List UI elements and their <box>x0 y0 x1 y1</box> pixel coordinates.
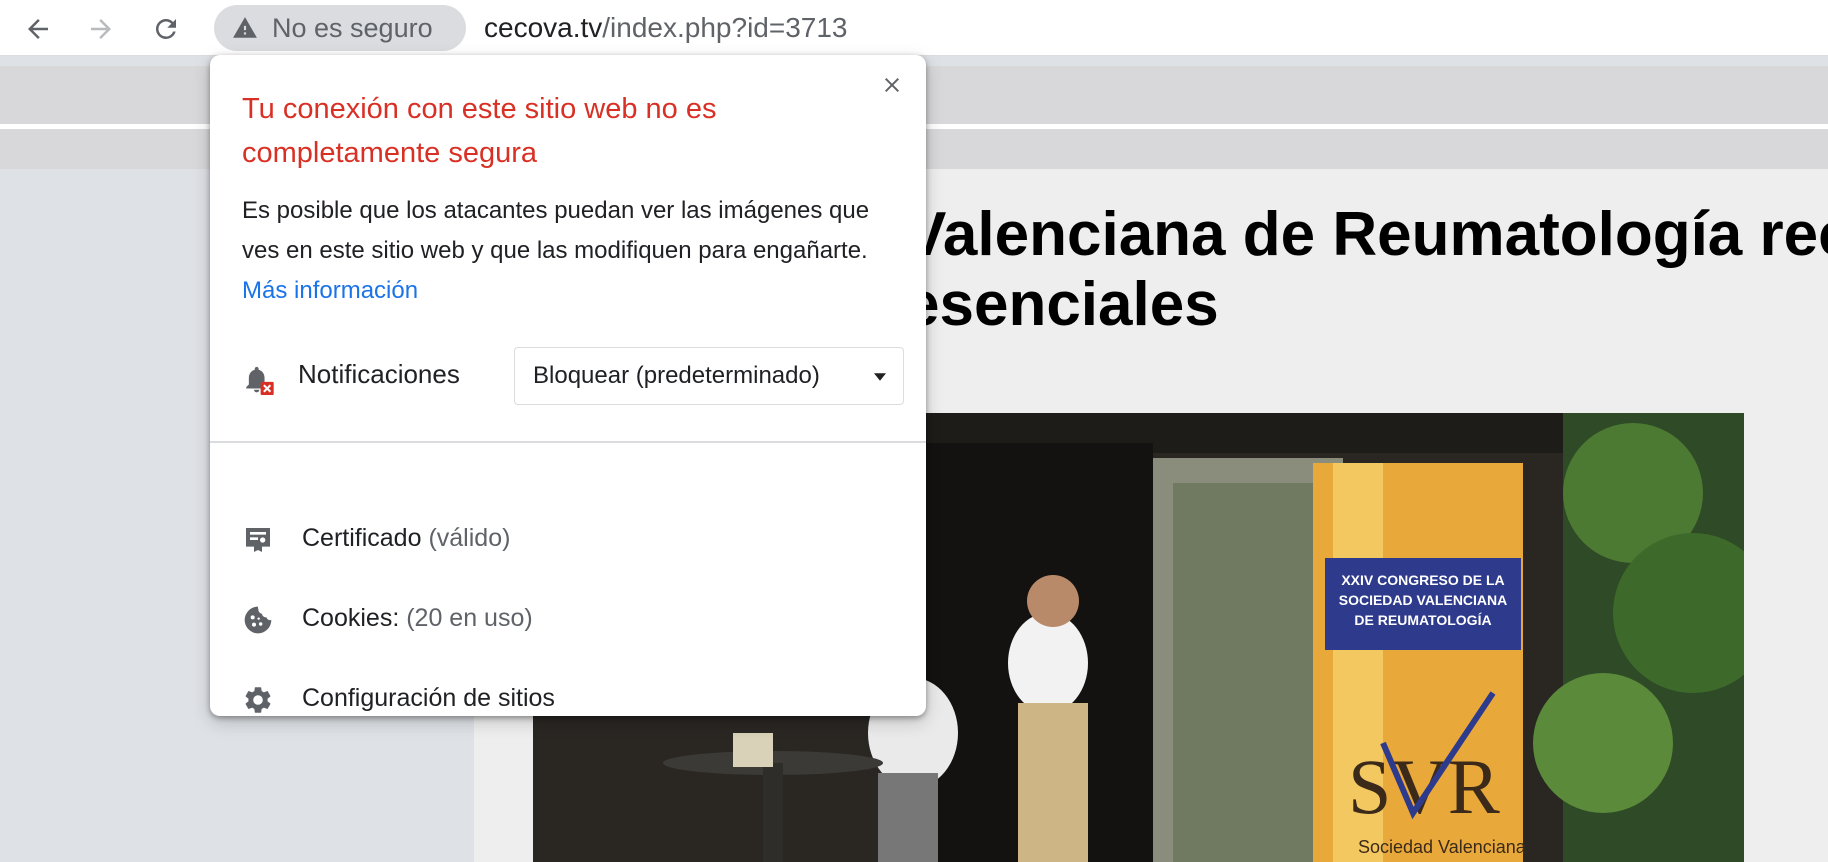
notifications-label: Notificaciones <box>298 359 460 389</box>
certificate-icon <box>246 528 270 552</box>
certificate-label-text: Certificado <box>302 524 422 552</box>
site-info-popup: Tu conexión con este sitio web no es com… <box>210 55 926 716</box>
reload-icon <box>155 18 176 39</box>
cookies-label-text: Cookies: <box>302 604 400 632</box>
cookies-count: (20 en uso) <box>406 604 533 632</box>
url-path: /index.php?id=3713 <box>602 12 848 43</box>
security-chip-label: No es seguro <box>272 12 433 43</box>
certificate-status: (válido) <box>428 524 511 552</box>
site-settings-label: Configuración de sitios <box>302 684 555 712</box>
certificate-item[interactable]: Certificado (válido) <box>242 520 882 560</box>
notifications-row: Notificaciones Bloquear (predeterminado) <box>242 347 904 407</box>
forward-button[interactable] <box>82 10 120 48</box>
headline-line-1: Valenciana de Reumatología recu <box>905 200 1828 269</box>
svg-text:DE REUMATOLOGÍA: DE REUMATOLOGÍA <box>1354 612 1491 628</box>
svg-text:SOCIEDAD VALENCIANA: SOCIEDAD VALENCIANA <box>1339 592 1508 608</box>
svg-text:Sociedad Valenciana: Sociedad Valenciana <box>1358 837 1527 857</box>
headline-line-2: esenciales <box>905 270 1219 339</box>
more-info-link[interactable]: Más información <box>242 277 418 304</box>
back-button[interactable] <box>19 10 57 48</box>
security-chip[interactable]: No es seguro <box>214 5 466 51</box>
popup-title: Tu conexión con este sitio web no es com… <box>242 93 717 169</box>
back-arrow-icon <box>28 19 48 39</box>
bell-blocked-icon <box>246 366 274 395</box>
notifications-select-value: Bloquear (predeterminado) <box>533 362 820 389</box>
close-icon <box>885 78 899 92</box>
svg-text:XXIV CONGRESO DE LA: XXIV CONGRESO DE LA <box>1341 572 1504 588</box>
address-bar[interactable]: cecova.tv/index.php?id=3713 <box>484 9 848 47</box>
cookies-item[interactable]: Cookies: (20 en uso) <box>242 600 882 640</box>
description-text: Es posible que los atacantes puedan ver … <box>242 197 870 264</box>
gear-icon <box>245 687 271 713</box>
popup-divider <box>210 441 926 443</box>
cookies-label: Cookies: (20 en uso) <box>302 604 533 633</box>
notifications-select[interactable]: Bloquear (predeterminado) <box>514 347 904 405</box>
close-button[interactable] <box>876 69 908 101</box>
svg-text:SVR: SVR <box>1348 743 1500 830</box>
site-settings-item[interactable]: Configuración de sitios <box>242 680 882 720</box>
certificate-label: Certificado (válido) <box>302 524 510 553</box>
reload-button[interactable] <box>147 10 185 48</box>
browser-toolbar: No es seguro cecova.tv/index.php?id=3713 <box>0 0 1828 56</box>
warning-icon <box>233 17 257 38</box>
cookie-icon <box>244 606 272 634</box>
forward-arrow-icon <box>91 19 111 39</box>
popup-description: Es posible que los atacantes puedan ver … <box>242 191 882 311</box>
url-domain: cecova.tv <box>484 12 603 43</box>
dropdown-caret-icon <box>874 373 886 381</box>
article-headline: Valenciana de Reumatología recu esencial… <box>905 200 1828 340</box>
